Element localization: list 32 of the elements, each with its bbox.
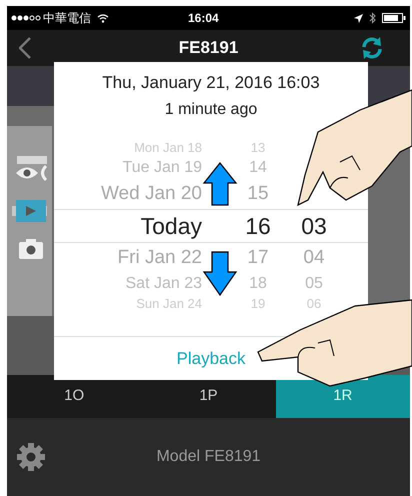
picker-minute: 04 (302, 246, 326, 270)
picker-day: Fri Jan 22 (54, 244, 202, 272)
model-label: Model FE8191 (156, 447, 261, 467)
settings-icon[interactable] (16, 442, 46, 472)
picker-hour: 16 (244, 212, 272, 241)
picker-day: Tue Jan 19 (54, 156, 202, 180)
picker-minute: 05 (304, 274, 324, 294)
picker-day: Wed Jan 20 (54, 180, 202, 208)
play-button[interactable] (16, 200, 46, 222)
picker-hour: 17 (246, 246, 270, 270)
refresh-button[interactable] (360, 36, 384, 60)
location-icon (354, 14, 363, 22)
picker-hour: 18 (248, 274, 268, 294)
battery-icon (382, 13, 406, 23)
eye-button[interactable] (15, 162, 47, 184)
picker-day: Today (54, 208, 202, 244)
camera-tab[interactable]: 1O (7, 375, 142, 418)
bluetooth-icon (369, 12, 376, 24)
carrier-name: 中華電信 (43, 10, 91, 27)
wifi-icon (97, 14, 109, 22)
camera-icon (18, 238, 44, 260)
eye-icon (15, 164, 47, 182)
selected-date: Thu, January 21, 2016 16:03 (102, 72, 320, 94)
play-icon (24, 205, 38, 217)
picker-day: Sat Jan 23 (54, 272, 202, 296)
picker-minute: 03 (300, 212, 328, 241)
signal-icon (11, 15, 41, 21)
status-time: 16:04 (188, 10, 219, 27)
picker-hour: 14 (248, 158, 268, 178)
screen-title: FE8191 (178, 37, 238, 60)
relative-time: 1 minute ago (164, 100, 258, 120)
picker-hour: 15 (246, 182, 270, 206)
